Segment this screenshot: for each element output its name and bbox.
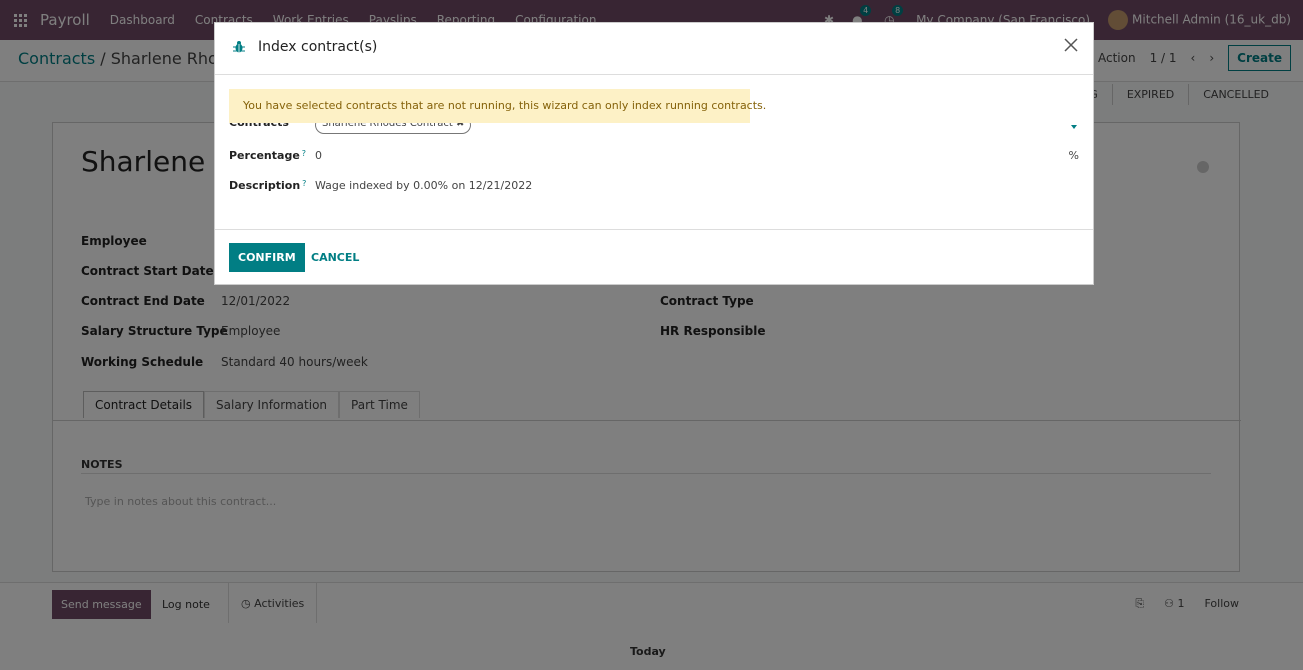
field-percentage: Percentage? 0 [229,149,322,162]
help-tooltip[interactable]: ? [302,149,306,158]
percentage-unit: % [1068,149,1079,162]
description-label: Description [229,179,301,192]
dialog-header: Index contract(s) [215,23,1093,75]
percentage-input[interactable]: 0 [315,149,322,162]
dropdown-caret-icon[interactable] [1071,125,1077,129]
warning-alert: You have selected contracts that are not… [229,89,766,123]
dialog-title: Index contract(s) [258,39,378,55]
field-description: Description? Wage indexed by 0.00% on 12… [229,179,532,192]
confirm-button[interactable]: CONFIRM [229,243,305,272]
index-contracts-dialog: Index contract(s) Contracts? Sharlene Rh… [214,22,1094,285]
bug-icon [233,41,245,53]
description-input[interactable]: Wage indexed by 0.00% on 12/21/2022 [315,179,532,192]
dialog-footer-divider [215,229,1093,230]
cancel-button[interactable]: CANCEL [311,251,359,264]
close-icon[interactable] [1063,37,1079,53]
percentage-label: Percentage [229,149,300,162]
help-tooltip[interactable]: ? [302,179,306,188]
